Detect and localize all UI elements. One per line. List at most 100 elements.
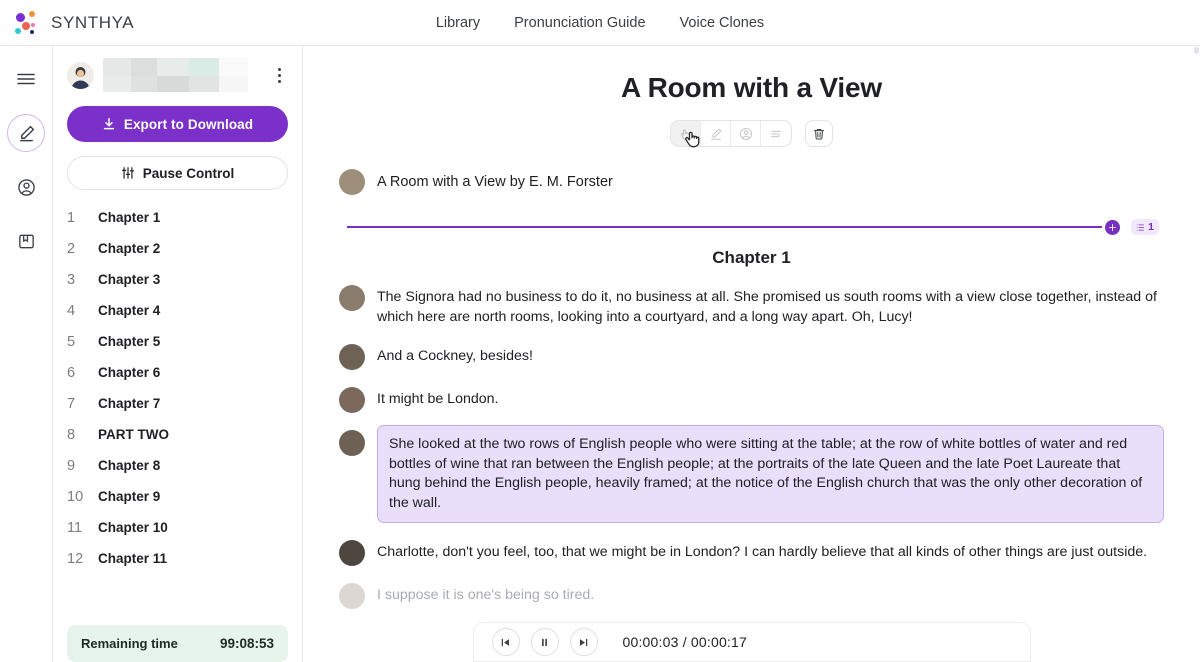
paragraph-row[interactable]: The Signora had no business to do it, no… xyxy=(339,285,1164,327)
rail-account[interactable] xyxy=(7,168,45,206)
paragraph-text: I suppose it is one's being so tired. xyxy=(377,587,595,603)
divider-line xyxy=(347,226,1102,228)
brand-name: SYNTHYA xyxy=(51,12,135,32)
nav-voice-clones[interactable]: Voice Clones xyxy=(680,15,765,31)
chapter-title: PART TWO xyxy=(98,427,169,442)
chapter-row[interactable]: 12 Chapter 11 xyxy=(53,543,302,574)
remaining-time-panel: Remaining time 99:08:53 xyxy=(67,625,288,662)
chapter-number: 8 xyxy=(67,426,76,443)
total-time: 00:00:17 xyxy=(690,634,747,650)
player-timestamp: 00:00:03 / 00:00:17 xyxy=(623,634,748,650)
chapter-row[interactable]: 1 Chapter 1 xyxy=(53,202,302,233)
tool-select[interactable] xyxy=(671,121,701,146)
line-count-value: 1 xyxy=(1148,221,1154,233)
paragraph-row[interactable]: And a Cockney, besides! xyxy=(339,344,1164,370)
chapter-title: Chapter 10 xyxy=(98,520,168,535)
paragraph-row[interactable]: I suppose it is one's being so tired. xyxy=(339,583,1164,609)
speaker-avatar xyxy=(339,387,365,413)
avatar xyxy=(67,61,94,89)
chapter-heading: Chapter 1 xyxy=(712,248,791,267)
chapter-title: Chapter 4 xyxy=(98,303,161,318)
chapter-row[interactable]: 7 Chapter 7 xyxy=(53,388,302,419)
three-dots-vertical-icon[interactable] xyxy=(268,65,290,86)
paragraph-text: The Signora had no business to do it, no… xyxy=(377,289,1157,325)
tool-voice[interactable] xyxy=(731,121,761,146)
text-lines-icon xyxy=(771,130,781,137)
app-shell: Export to Download Pause Control 1 Chapte… xyxy=(0,46,1200,662)
paragraph-row[interactable]: It might be London. xyxy=(339,387,1164,413)
speaker-avatar xyxy=(339,583,365,609)
paragraph-list: The Signora had no business to do it, no… xyxy=(339,285,1164,609)
audio-player: 00:00:03 / 00:00:17 xyxy=(472,622,1031,662)
chapter-row[interactable]: 6 Chapter 6 xyxy=(53,357,302,388)
sliders-icon xyxy=(121,167,134,179)
chapter-row[interactable]: 4 Chapter 4 xyxy=(53,295,302,326)
chapter-title: Chapter 11 xyxy=(98,551,168,566)
brand: SYNTHYA xyxy=(0,9,134,37)
chapter-title: Chapter 6 xyxy=(98,365,161,380)
chapter-title: Chapter 1 xyxy=(98,210,161,225)
chapter-number: 3 xyxy=(67,271,76,288)
skip-forward-button[interactable] xyxy=(569,628,598,656)
chapter-row[interactable]: 3 Chapter 3 xyxy=(53,264,302,295)
remaining-time-value: 99:08:53 xyxy=(219,636,274,651)
pause-control-button[interactable]: Pause Control xyxy=(67,156,288,190)
time-separator: / xyxy=(682,634,687,650)
nav-library[interactable]: Library xyxy=(436,15,480,31)
paragraph-text: And a Cockney, besides! xyxy=(377,348,533,364)
skip-forward-icon xyxy=(580,638,588,646)
pause-button[interactable] xyxy=(530,628,559,656)
chapter-number: 12 xyxy=(67,550,84,567)
chapter-list: 1 Chapter 1 2 Chapter 2 3 Chapter 3 4 Chapter 4… xyxy=(53,202,302,619)
main-content: A Room with a View A Room with a View by… xyxy=(303,46,1200,662)
user-circle-icon xyxy=(739,127,752,140)
byline-row: A Room with a View by E. M. Forster xyxy=(339,169,1164,195)
speaker-avatar xyxy=(339,285,365,311)
tool-format[interactable] xyxy=(761,121,791,146)
paragraph-row[interactable]: Charlotte, don't you feel, too, that we … xyxy=(339,540,1164,566)
project-header xyxy=(53,46,302,102)
rail-menu-toggle[interactable] xyxy=(7,60,45,98)
skip-back-button[interactable] xyxy=(491,628,520,656)
rail-edit[interactable] xyxy=(7,114,45,152)
chapter-row[interactable]: 9 Chapter 8 xyxy=(53,450,302,481)
chapter-number: 5 xyxy=(67,333,76,350)
audio-player-bar: 00:00:03 / 00:00:17 xyxy=(303,617,1200,662)
hamburger-menu-icon xyxy=(17,73,35,85)
project-name-redacted xyxy=(103,58,259,92)
export-to-download-button[interactable]: Export to Download xyxy=(67,106,288,142)
paragraph-row[interactable]: She looked at the two rows of English pe… xyxy=(339,425,1164,523)
skip-back-icon xyxy=(501,638,509,646)
chapter-title: Chapter 5 xyxy=(98,334,161,349)
chapter-row[interactable]: 5 Chapter 5 xyxy=(53,326,302,357)
rail-library[interactable] xyxy=(7,222,45,260)
vertical-scrollbar[interactable] xyxy=(1194,46,1199,662)
chapter-row[interactable]: 8 PART TWO xyxy=(53,419,302,450)
document-area: A Room with a View A Room with a View by… xyxy=(303,46,1200,609)
project-sidebar: Export to Download Pause Control 1 Chapte… xyxy=(53,46,303,662)
chapter-title: Chapter 2 xyxy=(98,241,161,256)
top-bar: SYNTHYA Library Pronunciation Guide Voic… xyxy=(0,0,1200,46)
speaker-avatar xyxy=(339,344,365,370)
paragraph-text: It might be London. xyxy=(377,391,499,407)
byline-text: A Room with a View by E. M. Forster xyxy=(377,174,613,190)
chapter-number: 4 xyxy=(67,302,76,319)
chapter-row[interactable]: 11 Chapter 10 xyxy=(53,512,302,543)
paragraph-text: Charlotte, don't you feel, too, that we … xyxy=(377,544,1148,560)
drag-move-icon[interactable] xyxy=(1105,220,1120,235)
chapter-title: Chapter 9 xyxy=(98,489,161,504)
tool-edit[interactable] xyxy=(701,121,731,146)
nav-pronunciation-guide[interactable]: Pronunciation Guide xyxy=(514,15,645,31)
tool-delete[interactable] xyxy=(805,120,833,147)
chapter-row[interactable]: 10 Chapter 9 xyxy=(53,481,302,512)
chapter-row[interactable]: 2 Chapter 2 xyxy=(53,233,302,264)
chapter-number: 9 xyxy=(67,457,76,474)
icon-rail xyxy=(0,46,53,662)
chapter-title: Chapter 7 xyxy=(98,396,161,411)
current-time: 00:00:03 xyxy=(622,634,679,650)
toolbar-button-group xyxy=(670,120,792,147)
user-circle-icon xyxy=(17,178,35,196)
speaker-avatar xyxy=(339,430,365,456)
pencil-icon xyxy=(710,128,721,140)
avatar xyxy=(339,169,365,195)
